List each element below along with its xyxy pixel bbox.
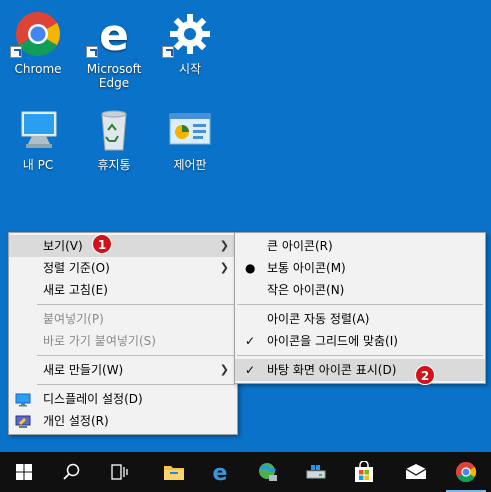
taskbar-edge[interactable]: e <box>196 452 244 492</box>
menu-item-label: 바로 가기 붙여넣기(S) <box>43 334 156 348</box>
desktop-icon-this-pc[interactable]: 내 PC <box>0 106 76 172</box>
taskbar-file-explorer[interactable] <box>150 452 198 492</box>
menu-separator <box>37 384 235 385</box>
svg-text:e: e <box>213 461 228 483</box>
submenu-item-show-desktop-icons[interactable]: ✓ 바탕 화면 아이콘 표시(D) <box>235 359 485 381</box>
submenu-item-label: 작은 아이콘(N) <box>267 283 345 297</box>
menu-item-sort[interactable]: 정렬 기준(O) ❯ <box>9 257 237 279</box>
chevron-right-icon: ❯ <box>219 363 229 376</box>
chrome-icon <box>455 461 477 483</box>
taskbar-store[interactable] <box>340 452 388 492</box>
taskbar-drive-app[interactable] <box>292 452 340 492</box>
view-submenu: 큰 아이콘(R) ● 보통 아이콘(M) 작은 아이콘(N) 아이콘 자동 정렬… <box>234 232 486 384</box>
submenu-item-align-to-grid[interactable]: ✓ 아이콘을 그리드에 맞춤(I) <box>235 330 485 352</box>
gear-icon <box>162 10 214 58</box>
menu-item-new[interactable]: 새로 만들기(W) ❯ <box>9 359 237 381</box>
menu-item-label: 새로 고침(E) <box>43 283 108 297</box>
desktop-icon-label: 휴지통 <box>97 158 131 172</box>
menu-item-paste-shortcut[interactable]: 바로 가기 붙여넣기(S) <box>9 330 237 352</box>
start-button[interactable] <box>0 452 48 492</box>
chrome-icon <box>10 10 62 58</box>
desktop-icon-label: 시작 <box>178 62 202 76</box>
menu-separator <box>237 304 483 305</box>
task-view-button[interactable] <box>96 452 144 492</box>
menu-item-paste[interactable]: 붙여넣기(P) <box>9 308 237 330</box>
taskbar-network-app[interactable] <box>244 452 292 492</box>
submenu-item-label: 아이콘 자동 정렬(A) <box>267 312 370 326</box>
menu-item-label: 새로 만들기(W) <box>43 363 124 377</box>
shortcut-arrow-icon <box>10 46 22 58</box>
folder-icon <box>164 466 184 480</box>
taskbar-chrome[interactable] <box>442 452 490 492</box>
menu-separator <box>37 304 235 305</box>
drive-icon <box>306 465 326 479</box>
menu-separator <box>37 355 235 356</box>
recycle-bin-icon <box>90 106 138 154</box>
desktop-icon-edge[interactable]: e Microsoft Edge <box>76 10 152 90</box>
globe-icon <box>259 463 277 481</box>
desktop-icon-chrome[interactable]: Chrome <box>0 10 76 76</box>
submenu-item-label: 아이콘을 그리드에 맞춤(I) <box>267 334 398 348</box>
desktop-icon-label: 내 PC <box>22 158 54 172</box>
menu-item-personalize[interactable]: 개인 설정(R) <box>9 410 237 432</box>
search-icon <box>63 463 80 480</box>
step-badge-2: 2 <box>415 365 435 385</box>
store-icon <box>355 461 373 482</box>
desktop-icon-label: Microsoft Edge <box>86 62 142 90</box>
menu-item-label: 개인 설정(R) <box>43 414 109 428</box>
submenu-item-label: 큰 아이콘(R) <box>267 239 333 253</box>
menu-item-refresh[interactable]: 새로 고침(E) <box>9 279 237 301</box>
submenu-item-large-icons[interactable]: 큰 아이콘(R) <box>235 235 485 257</box>
display-icon <box>15 392 31 407</box>
task-view-icon <box>111 464 128 480</box>
search-button[interactable] <box>48 452 96 492</box>
menu-separator <box>237 355 483 356</box>
svg-text:e: e <box>99 10 129 58</box>
submenu-item-medium-icons[interactable]: ● 보통 아이콘(M) <box>235 257 485 279</box>
taskbar: e <box>0 452 491 492</box>
checkmark-icon: ✓ <box>245 334 256 348</box>
windows-logo-icon <box>16 464 32 480</box>
control-panel-icon <box>166 106 214 154</box>
submenu-item-label: 보통 아이콘(M) <box>267 261 346 275</box>
menu-item-view[interactable]: 보기(V) ❯ <box>9 235 237 257</box>
desktop-icon-control-panel[interactable]: 제어판 <box>152 106 228 172</box>
personalize-icon <box>15 414 31 428</box>
submenu-item-small-icons[interactable]: 작은 아이콘(N) <box>235 279 485 301</box>
menu-item-label: 붙여넣기(P) <box>43 312 104 326</box>
taskbar-mail[interactable] <box>392 452 440 492</box>
chevron-right-icon: ❯ <box>219 261 229 274</box>
menu-item-label: 보기(V) <box>43 239 83 253</box>
desktop-icon-recycle-bin[interactable]: 휴지통 <box>76 106 152 172</box>
chevron-right-icon: ❯ <box>219 239 229 252</box>
menu-item-label: 디스플레이 설정(D) <box>43 392 143 406</box>
desktop-context-menu: 보기(V) ❯ 정렬 기준(O) ❯ 새로 고침(E) 붙여넣기(P) 바로 가… <box>8 232 238 435</box>
mail-icon <box>405 464 427 479</box>
radio-bullet-icon: ● <box>245 261 256 275</box>
shortcut-arrow-icon <box>162 46 174 58</box>
submenu-item-label: 바탕 화면 아이콘 표시(D) <box>267 363 397 377</box>
edge-icon: e <box>213 461 228 483</box>
submenu-item-auto-arrange[interactable]: 아이콘 자동 정렬(A) <box>235 308 485 330</box>
checkmark-icon: ✓ <box>245 363 256 377</box>
step-badge-1: 1 <box>92 234 112 254</box>
desktop-icon-label: 제어판 <box>173 158 207 172</box>
computer-icon <box>14 106 62 154</box>
desktop-icon-label: Chrome <box>14 62 62 76</box>
shortcut-arrow-icon <box>86 46 98 58</box>
desktop-icon-start[interactable]: 시작 <box>152 10 228 76</box>
menu-item-label: 정렬 기준(O) <box>43 261 110 275</box>
menu-item-display-settings[interactable]: 디스플레이 설정(D) <box>9 388 237 410</box>
edge-icon: e <box>86 10 138 61</box>
